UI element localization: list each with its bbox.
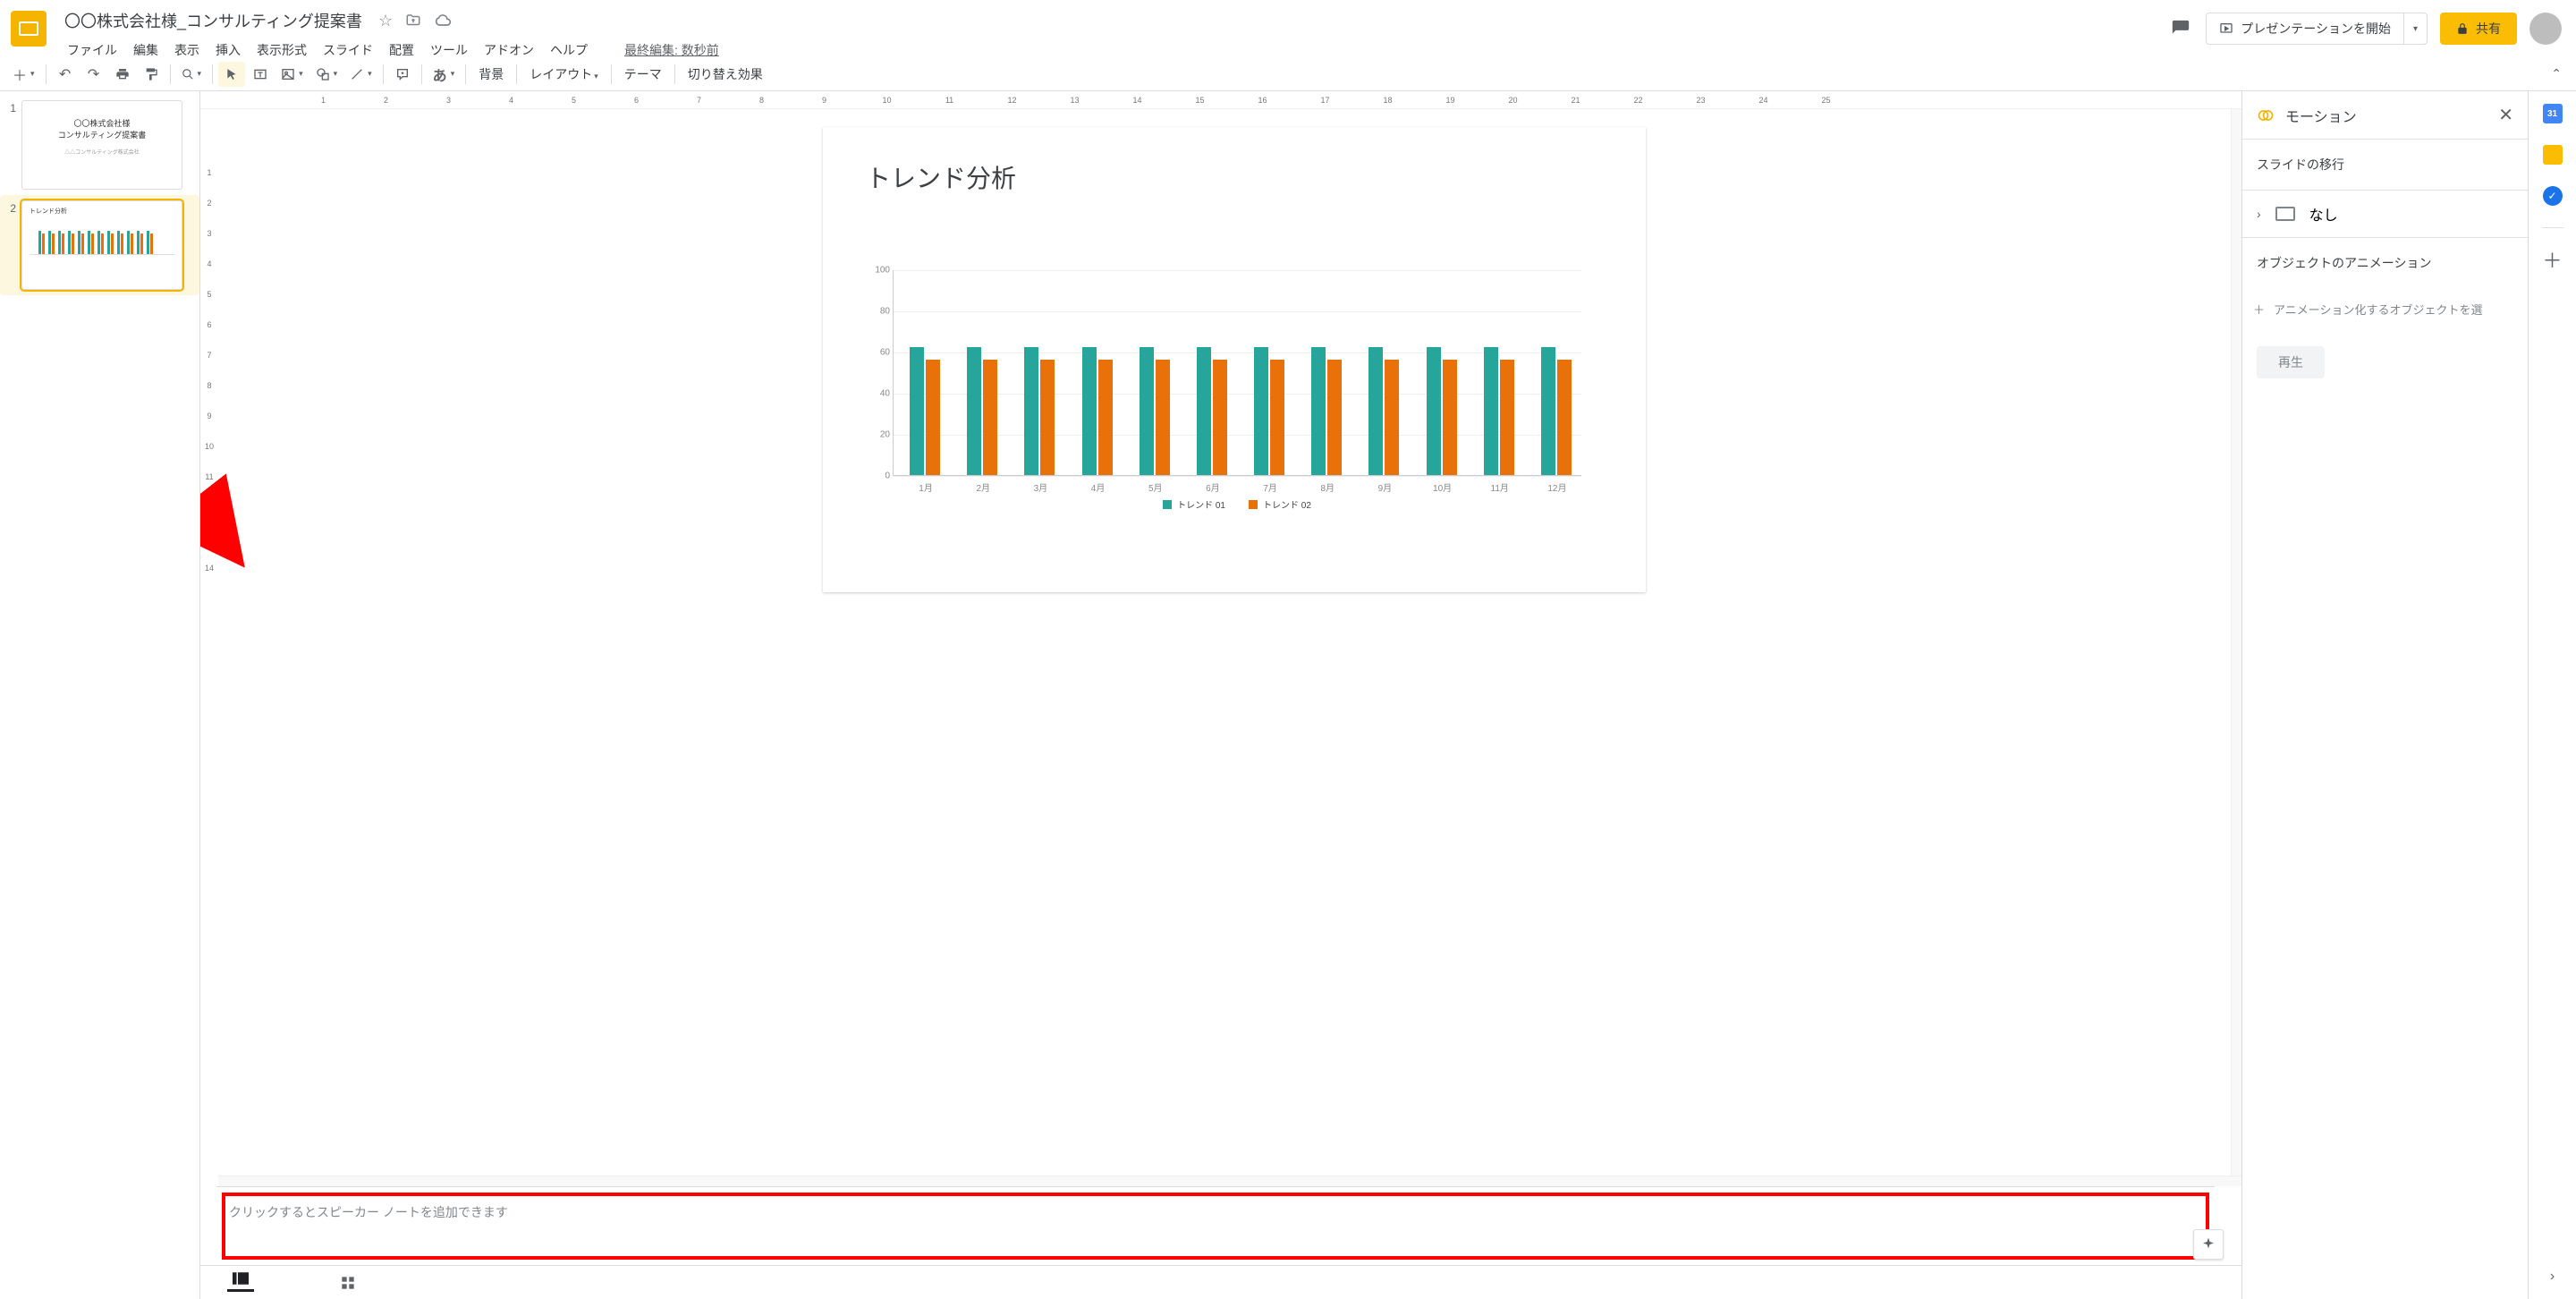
main-area: 1 〇〇株式会社様 コンサルティング提案書 △△コンサルティング株式会社 2 ト… (0, 91, 2576, 1299)
menu-slide[interactable]: スライド (317, 38, 379, 63)
close-panel-icon[interactable]: ✕ (2498, 104, 2513, 126)
comments-icon[interactable] (2168, 16, 2193, 41)
grid-view-icon[interactable] (335, 1274, 361, 1292)
input-tool[interactable]: あ (428, 62, 461, 87)
lock-icon (2456, 22, 2469, 35)
shape-tool[interactable] (310, 62, 343, 87)
slide-title[interactable]: トレンド分析 (823, 127, 1646, 195)
comment-tool[interactable] (389, 62, 416, 87)
menu-tools[interactable]: ツール (424, 38, 474, 63)
thumb-number: 1 (5, 100, 16, 190)
slide-transition-section: スライドの移行 (2242, 139, 2528, 190)
view-bar (200, 1265, 2241, 1299)
layout-button[interactable]: レイアウト (522, 65, 606, 83)
tasks-icon[interactable] (2543, 186, 2563, 206)
explore-button[interactable] (2193, 1229, 2224, 1260)
menu-addons[interactable]: アドオン (478, 38, 540, 63)
annotation-highlight (222, 1193, 2209, 1260)
theme-button[interactable]: テーマ (617, 65, 669, 83)
slides-logo[interactable] (11, 11, 47, 47)
menu-edit[interactable]: 編集 (127, 38, 165, 63)
speaker-notes[interactable]: クリックするとスピーカー ノートを追加できます (216, 1186, 2215, 1265)
present-button[interactable]: プレゼンテーションを開始 ▾ (2206, 13, 2428, 45)
select-tool[interactable] (218, 62, 245, 87)
canvas-area: 1234567891011121314151617181920212223242… (200, 91, 2241, 1186)
last-edit-link[interactable]: 最終編集: 数秒前 (624, 41, 719, 59)
new-slide-button[interactable]: ＋ (7, 62, 40, 87)
menu-file[interactable]: ファイル (61, 38, 123, 63)
star-icon[interactable]: ☆ (378, 12, 393, 30)
present-dropdown[interactable]: ▾ (2403, 13, 2427, 44)
object-animation-section: オブジェクトのアニメーション (2242, 238, 2528, 288)
play-icon (2219, 21, 2233, 36)
menu-bar: ファイル 編集 表示 挿入 表示形式 スライド 配置 ツール アドオン ヘルプ … (61, 38, 2168, 63)
document-title[interactable]: 〇〇株式会社様_コンサルティング提案書 (61, 7, 366, 34)
chevron-right-icon: › (2257, 207, 2261, 221)
menu-format[interactable]: 表示形式 (250, 38, 313, 63)
paint-format-button[interactable] (138, 62, 165, 87)
filmstrip-view-icon[interactable] (227, 1274, 254, 1292)
print-button[interactable] (109, 62, 136, 87)
motion-icon (2257, 106, 2275, 124)
collapse-toolbar-icon[interactable]: ⌃ (2551, 66, 2562, 81)
side-panel-rail: 31 ＋ › (2528, 91, 2576, 1299)
addons-plus-icon[interactable]: ＋ (2543, 250, 2563, 269)
vertical-scrollbar[interactable] (2231, 109, 2241, 1176)
zoom-button[interactable] (176, 62, 208, 87)
chart[interactable]: 0204060801001月2月3月4月5月6月7月8月9月10月11月12月 … (866, 270, 1581, 521)
share-label: 共有 (2476, 20, 2501, 38)
cloud-status-icon[interactable] (434, 12, 452, 30)
undo-button[interactable]: ↶ (52, 62, 79, 87)
menu-view[interactable]: 表示 (168, 38, 206, 63)
menu-arrange[interactable]: 配置 (383, 38, 420, 63)
keep-icon[interactable] (2543, 145, 2563, 165)
textbox-tool[interactable] (247, 62, 274, 87)
header: 〇〇株式会社様_コンサルティング提案書 ☆ ファイル 編集 表示 挿入 表示形式… (0, 0, 2576, 57)
slide-thumb-2[interactable]: トレンド分析 (21, 200, 182, 290)
image-tool[interactable] (275, 62, 309, 87)
thumb-number: 2 (5, 200, 16, 290)
horizontal-scrollbar[interactable] (218, 1176, 2241, 1186)
present-label: プレゼンテーションを開始 (2241, 20, 2391, 38)
share-button[interactable]: 共有 (2440, 13, 2517, 45)
line-tool[interactable] (344, 62, 377, 87)
slide-canvas[interactable]: トレンド分析 0204060801001月2月3月4月5月6月7月8月9月10月… (823, 127, 1646, 592)
add-animation-label: アニメーション化するオブジェクトを選 (2274, 301, 2482, 318)
menu-help[interactable]: ヘルプ (544, 38, 594, 63)
add-animation-row[interactable]: ＋ アニメーション化するオブジェクトを選 (2242, 288, 2528, 330)
filmstrip: 1 〇〇株式会社様 コンサルティング提案書 △△コンサルティング株式会社 2 ト… (0, 91, 200, 1299)
background-button[interactable]: 背景 (471, 65, 511, 83)
horizontal-ruler: 1234567891011121314151617181920212223242… (200, 91, 2241, 109)
slide-thumb-1[interactable]: 〇〇株式会社様 コンサルティング提案書 △△コンサルティング株式会社 (21, 100, 182, 190)
move-folder-icon[interactable] (405, 13, 421, 29)
redo-button[interactable]: ↷ (80, 62, 107, 87)
transition-button[interactable]: 切り替え効果 (681, 65, 770, 83)
slide-icon (2275, 207, 2295, 221)
transition-value: なし (2309, 203, 2338, 225)
transition-type-row[interactable]: › なし (2242, 190, 2528, 238)
plus-icon: ＋ (2253, 301, 2265, 318)
collapse-rail-icon[interactable]: › (2543, 1267, 2563, 1286)
vertical-ruler: 1234567891011121314 (200, 109, 218, 1186)
avatar[interactable] (2529, 13, 2562, 45)
motion-panel: モーション ✕ スライドの移行 › なし オブジェクトのアニメーション ＋ アニ… (2241, 91, 2528, 1299)
play-button[interactable]: 再生 (2257, 346, 2325, 378)
menu-insert[interactable]: 挿入 (209, 38, 247, 63)
motion-title: モーション (2285, 105, 2487, 126)
calendar-icon[interactable]: 31 (2543, 104, 2563, 123)
